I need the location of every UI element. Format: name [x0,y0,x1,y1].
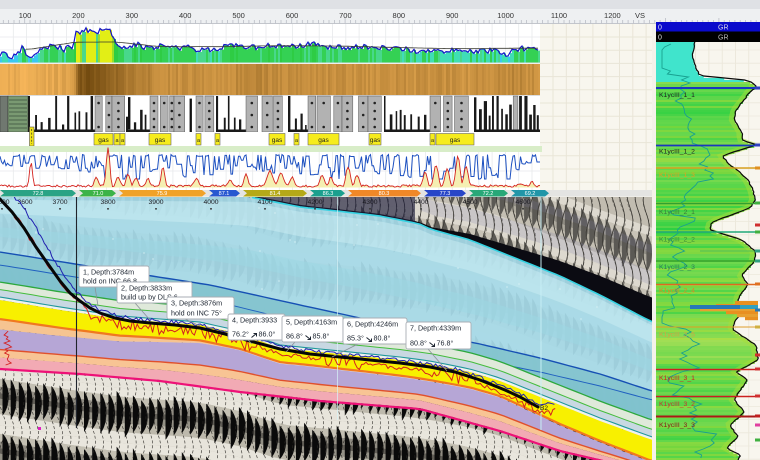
svg-text:700: 700 [339,11,352,20]
svg-text:0: 0 [658,25,662,32]
svg-text:87.1: 87.1 [219,191,230,197]
svg-text:69.2: 69.2 [525,191,536,197]
svg-text:4200: 4200 [307,199,322,206]
svg-text:6, Depth:4246m: 6, Depth:4246m [347,320,398,329]
svg-text:72.2: 72.2 [483,191,494,197]
svg-text:K1ycIII_3_3: K1ycIII_3_3 [659,422,695,429]
svg-text:86.8°: 86.8° [286,332,303,341]
svg-text:K1ycIII_2_1: K1ycIII_2_1 [659,209,695,216]
svg-text:1, Depth:3784m: 1, Depth:3784m [83,268,134,277]
svg-text:3800: 3800 [100,199,115,206]
svg-text:hold on INC 75°: hold on INC 75° [171,309,222,318]
svg-text:K1ycIII_1_3: K1ycIII_1_3 [659,172,695,179]
svg-text:77.3: 77.3 [440,191,451,197]
svg-text:86.3: 86.3 [323,191,334,197]
svg-text:80.8°: 80.8° [410,339,427,348]
svg-text:85.8°: 85.8° [313,332,330,341]
svg-text:K1ycIII_3_2: K1ycIII_3_2 [659,401,695,408]
svg-text:GR: GR [718,35,729,42]
svg-text:4500: 4500 [462,199,477,206]
svg-text:600: 600 [286,11,299,20]
svg-text:80.3: 80.3 [379,191,390,197]
svg-text:1200: 1200 [604,11,621,20]
svg-text:4100: 4100 [257,199,272,206]
svg-text:GR: GR [718,25,729,32]
svg-text:3900: 3900 [148,199,163,206]
svg-text:100: 100 [19,11,32,20]
svg-text:gas: gas [98,137,109,144]
svg-text:3700: 3700 [52,199,67,206]
svg-text:K1ycIII_3_1: K1ycIII_3_1 [659,375,695,382]
svg-text:K1ycIII_1_1: K1ycIII_1_1 [659,92,695,99]
svg-text:500: 500 [232,11,245,20]
svg-text:1000: 1000 [497,11,514,20]
svg-text:4300: 4300 [362,199,377,206]
svg-text:K1ycIII_1_2: K1ycIII_1_2 [659,149,695,156]
svg-text:K1ycIII_2_4: K1ycIII_2_4 [659,288,695,295]
svg-text:1100: 1100 [551,11,567,20]
svg-text:4000: 4000 [203,199,218,206]
svg-text:200: 200 [72,11,85,20]
svg-text:2, Depth:3833m: 2, Depth:3833m [121,284,172,293]
svg-text:85.3°: 85.3° [347,334,364,343]
svg-text:gas: gas [450,137,461,144]
svg-text:71.0: 71.0 [93,191,104,197]
svg-text:K1ycIII_2_2: K1ycIII_2_2 [659,237,695,244]
svg-text:gas: gas [370,137,381,144]
svg-text:3, Depth:3876m: 3, Depth:3876m [171,299,222,308]
svg-text:4400: 4400 [413,199,428,206]
svg-text:75.9: 75.9 [157,191,168,197]
svg-text:300: 300 [126,11,139,20]
svg-text:900: 900 [446,11,459,20]
svg-text:4, Depth:3933: 4, Depth:3933 [232,316,277,325]
svg-text:B2: B2 [540,405,548,412]
svg-text:80.8°: 80.8° [374,334,391,343]
svg-text:gas: gas [155,137,166,144]
svg-text:76.2°: 76.2° [232,330,249,339]
svg-text:K1ycIII_2_3: K1ycIII_2_3 [659,264,695,271]
svg-text:gas: gas [272,137,283,144]
svg-text:0: 0 [658,35,662,42]
svg-text:72.8: 72.8 [33,191,44,197]
svg-text:81.4: 81.4 [270,191,281,197]
svg-text:gas: gas [318,137,329,144]
svg-text:K1ycIII_2_5: K1ycIII_2_5 [659,332,695,339]
svg-text:5, Depth:4163m: 5, Depth:4163m [286,318,337,327]
svg-text:4600: 4600 [515,199,530,206]
svg-text:86.0°: 86.0° [259,330,276,339]
svg-text:400: 400 [179,11,192,20]
svg-text:7, Depth:4339m: 7, Depth:4339m [410,324,461,333]
svg-text:VS: VS [635,11,645,20]
svg-text:76.8°: 76.8° [437,339,454,348]
svg-text:800: 800 [393,11,406,20]
